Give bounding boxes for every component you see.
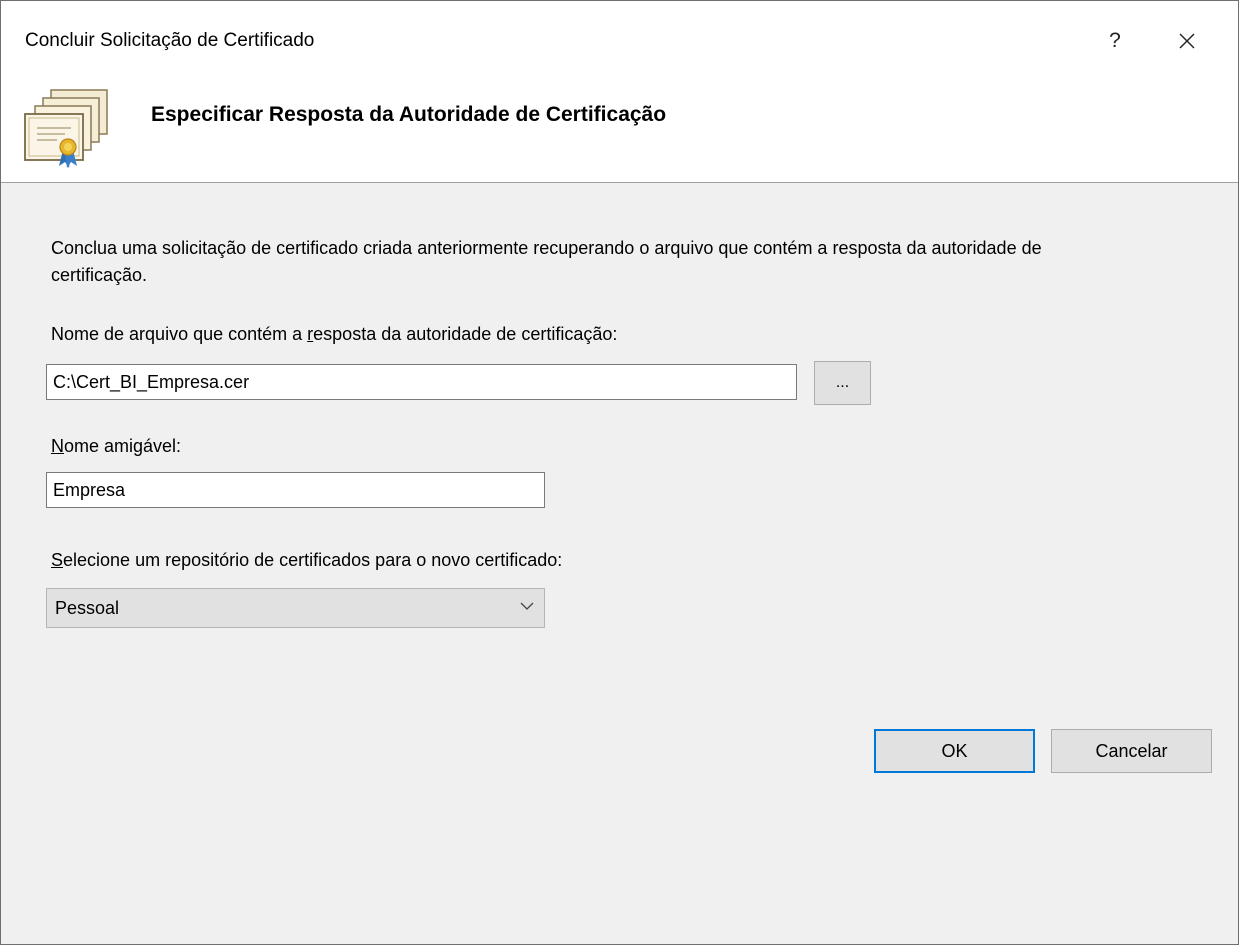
file-name-label: Nome de arquivo que contém a resposta da… bbox=[51, 324, 617, 345]
header-title: Especificar Resposta da Autoridade de Ce… bbox=[151, 103, 667, 126]
wizard-header: Especificar Resposta da Autoridade de Ce… bbox=[1, 81, 1238, 183]
help-button[interactable]: ? bbox=[1091, 21, 1139, 61]
store-label-accelerator: S bbox=[51, 550, 64, 570]
store-label: Selecione um repositório de certificados… bbox=[51, 550, 562, 571]
file-label-after: esposta da autoridade de certificação: bbox=[313, 324, 618, 344]
chevron-down-icon bbox=[520, 602, 534, 610]
window-title: Concluir Solicitação de Certificado bbox=[25, 30, 315, 51]
store-selected-value: Pessoal bbox=[55, 598, 120, 618]
browse-button[interactable]: ... bbox=[814, 361, 871, 405]
friendly-name-label-text: ome amigável: bbox=[64, 436, 182, 456]
dialog-body: Conclua uma solicitação de certificado c… bbox=[1, 183, 1238, 944]
description-text: Conclua uma solicitação de certificado c… bbox=[51, 238, 1042, 285]
file-label-before: Nome de arquivo que contém a bbox=[51, 324, 308, 344]
dialog-window: Concluir Solicitação de Certificado ? Es… bbox=[0, 0, 1239, 945]
file-name-input[interactable] bbox=[46, 364, 797, 400]
friendly-name-accelerator: N bbox=[51, 436, 64, 456]
close-button[interactable] bbox=[1163, 21, 1211, 61]
friendly-name-label: Nome amigável: bbox=[51, 436, 181, 457]
friendly-name-input[interactable] bbox=[46, 472, 545, 508]
certificate-store-select[interactable]: Pessoal bbox=[46, 588, 545, 628]
title-bar: Concluir Solicitação de Certificado ? bbox=[1, 1, 1238, 81]
ok-button[interactable]: OK bbox=[874, 729, 1035, 773]
close-icon bbox=[1179, 33, 1195, 49]
cancel-button[interactable]: Cancelar bbox=[1051, 729, 1212, 773]
certificate-stack-icon bbox=[24, 89, 108, 168]
store-label-text: elecione um repositório de certificados … bbox=[63, 550, 563, 570]
